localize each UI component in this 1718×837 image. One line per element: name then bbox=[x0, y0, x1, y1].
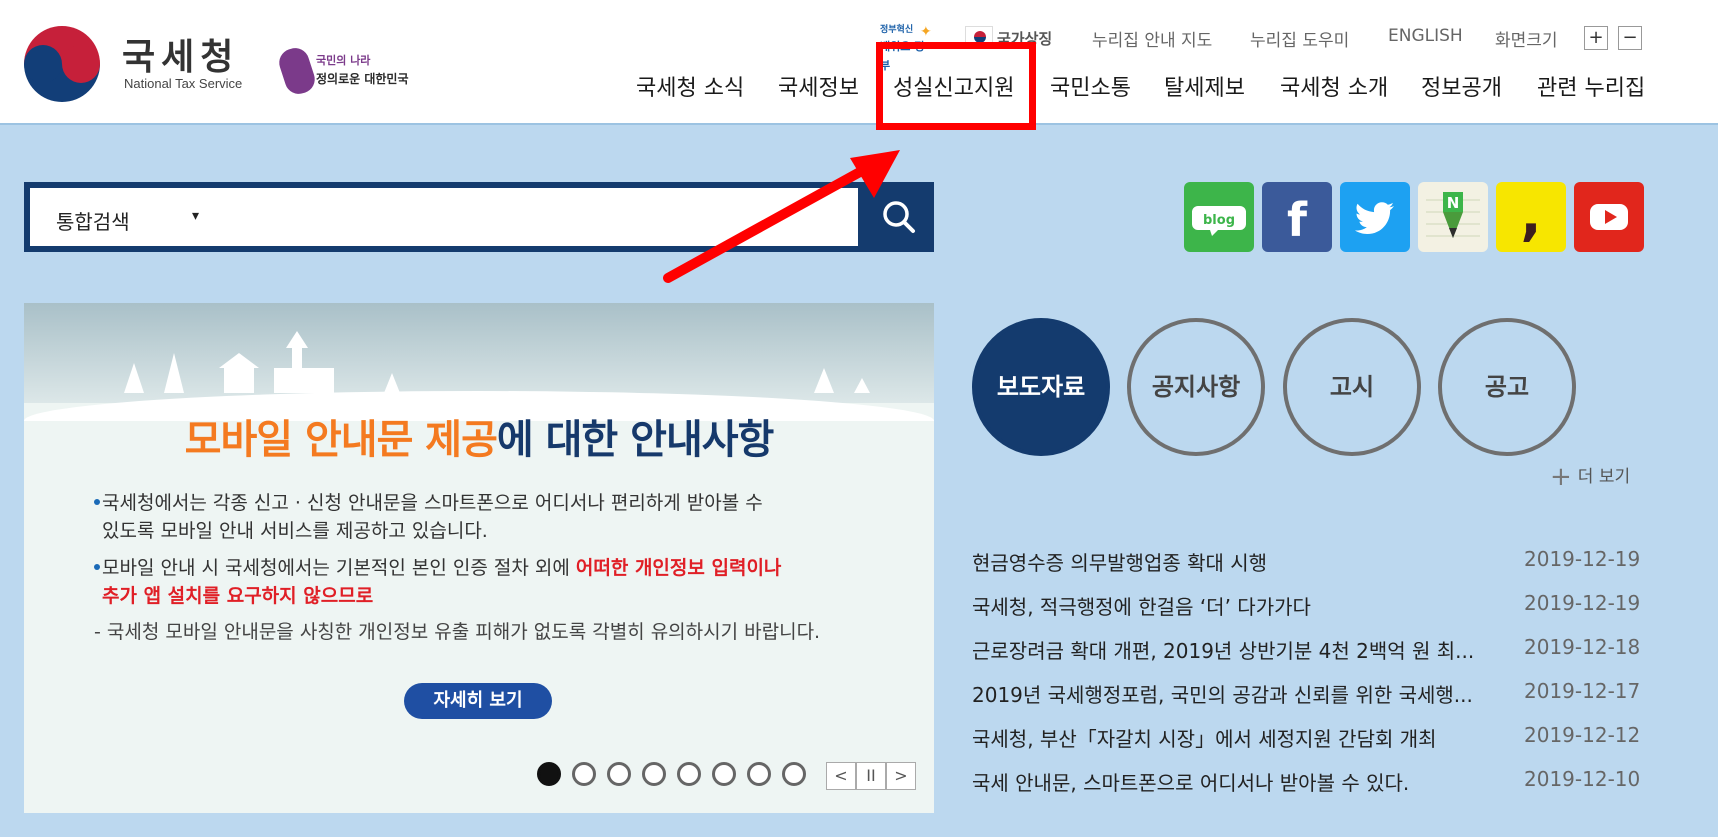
news-item-date: 2019-12-19 bbox=[1524, 547, 1641, 571]
twitter-icon[interactable] bbox=[1340, 182, 1410, 252]
search-input[interactable] bbox=[250, 198, 840, 236]
zoom-in-button[interactable]: + bbox=[1584, 26, 1608, 50]
brand-name-korean[interactable]: 국세청 bbox=[122, 28, 239, 80]
search-button[interactable] bbox=[876, 194, 922, 240]
slogan-mark-icon bbox=[275, 44, 319, 98]
news-item-date: 2019-12-17 bbox=[1524, 679, 1641, 703]
banner-text-line3-warning: 어떠한 개인정보 입력이나 bbox=[575, 557, 782, 579]
slide-indicator-8[interactable] bbox=[782, 762, 806, 786]
tab-notices[interactable]: 공지사항 bbox=[1127, 318, 1265, 456]
nav-about-nts[interactable]: 국세청 소개 bbox=[1280, 70, 1388, 102]
banner-text-line4-warning: 추가 앱 설치를 요구하지 않으므로 bbox=[102, 585, 374, 607]
screen-size-label: 화면크기 bbox=[1495, 31, 1558, 51]
banner-text-line2: 있도록 모바일 안내 서비스를 제공하고 있습니다. bbox=[102, 520, 488, 542]
slogan-line1: 국민의 나라 bbox=[316, 54, 371, 67]
caret-down-icon[interactable]: ▾ bbox=[192, 208, 199, 224]
main-visual-banner[interactable]: 모바일 안내문 제공에 대한 안내사항 국세청에서는 각종 신고 · 신청 안내… bbox=[24, 303, 934, 813]
banner-text-line5: - 국세청 모바일 안내문을 사칭한 개인정보 유출 피해가 없도록 각별히 유… bbox=[94, 621, 821, 643]
next-slide-button[interactable]: > bbox=[886, 762, 916, 790]
banner-title: 모바일 안내문 제공에 대한 안내사항 bbox=[24, 407, 934, 465]
zoom-out-button[interactable]: − bbox=[1618, 26, 1642, 50]
youtube-icon[interactable] bbox=[1574, 182, 1644, 252]
news-item-date: 2019-12-19 bbox=[1524, 591, 1641, 615]
brand-name-english[interactable]: National Tax Service bbox=[124, 76, 242, 91]
search-icon bbox=[883, 201, 915, 233]
banner-text-line1: 국세청에서는 각종 신고 · 신청 안내문을 스마트폰으로 어디서나 편리하게 … bbox=[102, 492, 763, 514]
kakao-story-icon[interactable]: , bbox=[1496, 182, 1566, 252]
more-label: 더 보기 bbox=[1577, 467, 1631, 487]
slide-indicator-7[interactable] bbox=[747, 762, 771, 786]
banner-text-line3-plain: 모바일 안내 시 국세청에서는 기본적인 본인 인증 절차 외에 bbox=[102, 557, 576, 579]
tab-press-release[interactable]: 보도자료 bbox=[972, 318, 1110, 456]
government-slogan-logo: 국민의 나라 정의로운 대한민국 bbox=[275, 44, 412, 98]
news-item-title[interactable]: 국세청, 부산「자갈치 시장」에서 세정지원 간담회 개최 bbox=[972, 723, 1437, 752]
tab-announcements[interactable]: 고시 bbox=[1283, 318, 1421, 456]
naver-post-icon[interactable]: N bbox=[1418, 182, 1488, 252]
view-details-button[interactable]: 자세히 보기 bbox=[404, 683, 552, 719]
news-item-date: 2019-12-12 bbox=[1524, 723, 1641, 747]
nav-related-sites[interactable]: 관련 누리집 bbox=[1537, 70, 1645, 102]
search-field-container: 통합검색 ▾ bbox=[30, 188, 858, 246]
pause-slide-button[interactable]: II bbox=[856, 762, 886, 790]
bullet-icon bbox=[94, 499, 100, 505]
news-item-title[interactable]: 현금영수증 의무발행업종 확대 시행 bbox=[972, 547, 1267, 576]
slide-indicator-6[interactable] bbox=[712, 762, 736, 786]
nav-nts-news[interactable]: 국세청 소식 bbox=[636, 70, 744, 102]
news-item-title[interactable]: 국세청, 적극행정에 한걸음 ‘더’ 다가가다 bbox=[972, 591, 1311, 620]
slogan-line2: 정의로운 대한민국 bbox=[316, 72, 409, 86]
nav-tax-info[interactable]: 국세정보 bbox=[778, 70, 859, 102]
kakao-story-label: , bbox=[1520, 183, 1541, 248]
slide-indicator-3[interactable] bbox=[607, 762, 631, 786]
facebook-icon[interactable]: f bbox=[1262, 182, 1332, 252]
news-item-date: 2019-12-18 bbox=[1524, 635, 1641, 659]
tab-public-notices[interactable]: 공고 bbox=[1438, 318, 1576, 456]
previous-slide-button[interactable]: < bbox=[826, 762, 856, 790]
slide-indicator-2[interactable] bbox=[572, 762, 596, 786]
slide-indicator-5[interactable] bbox=[677, 762, 701, 786]
banner-title-rest: 에 대한 안내사항 bbox=[496, 417, 774, 463]
news-item-date: 2019-12-10 bbox=[1524, 767, 1641, 791]
facebook-label: f bbox=[1287, 193, 1308, 247]
nav-public-communication[interactable]: 국민소통 bbox=[1050, 70, 1131, 102]
site-header: 국세청 National Tax Service 국민의 나라 정의로운 대한민… bbox=[0, 0, 1718, 125]
more-link[interactable]: + 더 보기 bbox=[1550, 462, 1630, 492]
banner-text-line3: 모바일 안내 시 국세청에서는 기본적인 본인 인증 절차 외에 어떠한 개인정… bbox=[102, 553, 781, 580]
news-item-title[interactable]: 근로장려금 확대 개편, 2019년 상반기분 4천 2백억 원 최... bbox=[972, 635, 1474, 664]
search-category-select[interactable]: 통합검색 bbox=[56, 206, 130, 235]
slide-indicator-4[interactable] bbox=[642, 762, 666, 786]
highlight-annotation-box bbox=[876, 42, 1036, 130]
nts-logo-icon[interactable] bbox=[24, 26, 100, 102]
slide-indicator-1[interactable] bbox=[537, 762, 561, 786]
bullet-icon bbox=[94, 564, 100, 570]
naver-post-label: N bbox=[1447, 194, 1460, 212]
blog-label: blog bbox=[1203, 213, 1235, 228]
banner-title-highlight: 모바일 안내문 제공 bbox=[184, 417, 498, 463]
news-item-title[interactable]: 국세 안내문, 스마트폰으로 어디서나 받아볼 수 있다. bbox=[972, 767, 1409, 796]
sitemap-link[interactable]: 누리집 안내 지도 bbox=[1092, 26, 1212, 51]
sparkle-icon: ✦ bbox=[920, 24, 932, 40]
news-item-title[interactable]: 2019년 국세행정포럼, 국민의 공감과 신뢰를 위한 국세행... bbox=[972, 679, 1473, 708]
site-helper-link[interactable]: 누리집 도우미 bbox=[1250, 26, 1349, 51]
english-link[interactable]: ENGLISH bbox=[1388, 26, 1463, 46]
nav-tax-evasion-report[interactable]: 탈세제보 bbox=[1164, 70, 1245, 102]
integrated-search-bar: 통합검색 ▾ bbox=[24, 182, 934, 252]
plus-icon: + bbox=[1550, 462, 1572, 492]
nav-information-disclosure[interactable]: 정보공개 bbox=[1421, 70, 1502, 102]
blog-icon[interactable]: blog bbox=[1184, 182, 1254, 252]
